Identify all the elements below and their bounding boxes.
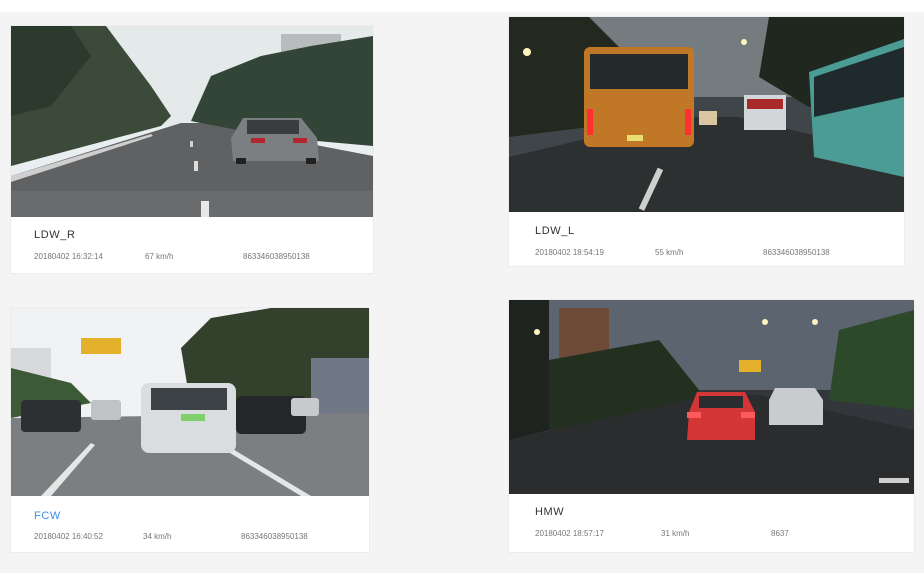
event-card-fcw[interactable]: FCW 20180402 16:40:52 34 km/h 8633460389…: [11, 308, 369, 552]
event-speed: 55 km/h: [655, 248, 684, 257]
event-photo[interactable]: [509, 17, 904, 212]
event-photo[interactable]: [11, 308, 369, 496]
top-border: [0, 0, 924, 12]
event-type-link[interactable]: FCW: [34, 510, 61, 522]
event-type-label: LDW_R: [34, 229, 76, 241]
event-card-hmw[interactable]: HMW 20180402 18:57:17 31 km/h 8637: [509, 300, 914, 552]
event-speed: 31 km/h: [661, 529, 690, 538]
event-datetime: 20180402 18:57:17: [535, 529, 604, 538]
event-photo[interactable]: [11, 26, 373, 217]
event-speed: 34 km/h: [143, 532, 172, 541]
event-type-label: LDW_L: [535, 225, 575, 237]
event-datetime: 20180402 18:54:19: [535, 248, 604, 257]
device-id: 863346038950138: [763, 248, 830, 257]
device-id: 8637: [771, 529, 789, 538]
event-datetime: 20180402 16:32:14: [34, 252, 103, 261]
event-datetime: 20180402 16:40:52: [34, 532, 103, 541]
device-id: 863346038950138: [241, 532, 308, 541]
event-card-ldw-l[interactable]: LDW_L 20180402 18:54:19 55 km/h 86334603…: [509, 17, 904, 266]
event-type-label: HMW: [535, 506, 565, 518]
event-photo[interactable]: [509, 300, 914, 494]
event-speed: 67 km/h: [145, 252, 174, 261]
event-card-ldw-r[interactable]: LDW_R 20180402 16:32:14 67 km/h 86334603…: [11, 26, 373, 273]
device-id: 863346038950138: [243, 252, 310, 261]
